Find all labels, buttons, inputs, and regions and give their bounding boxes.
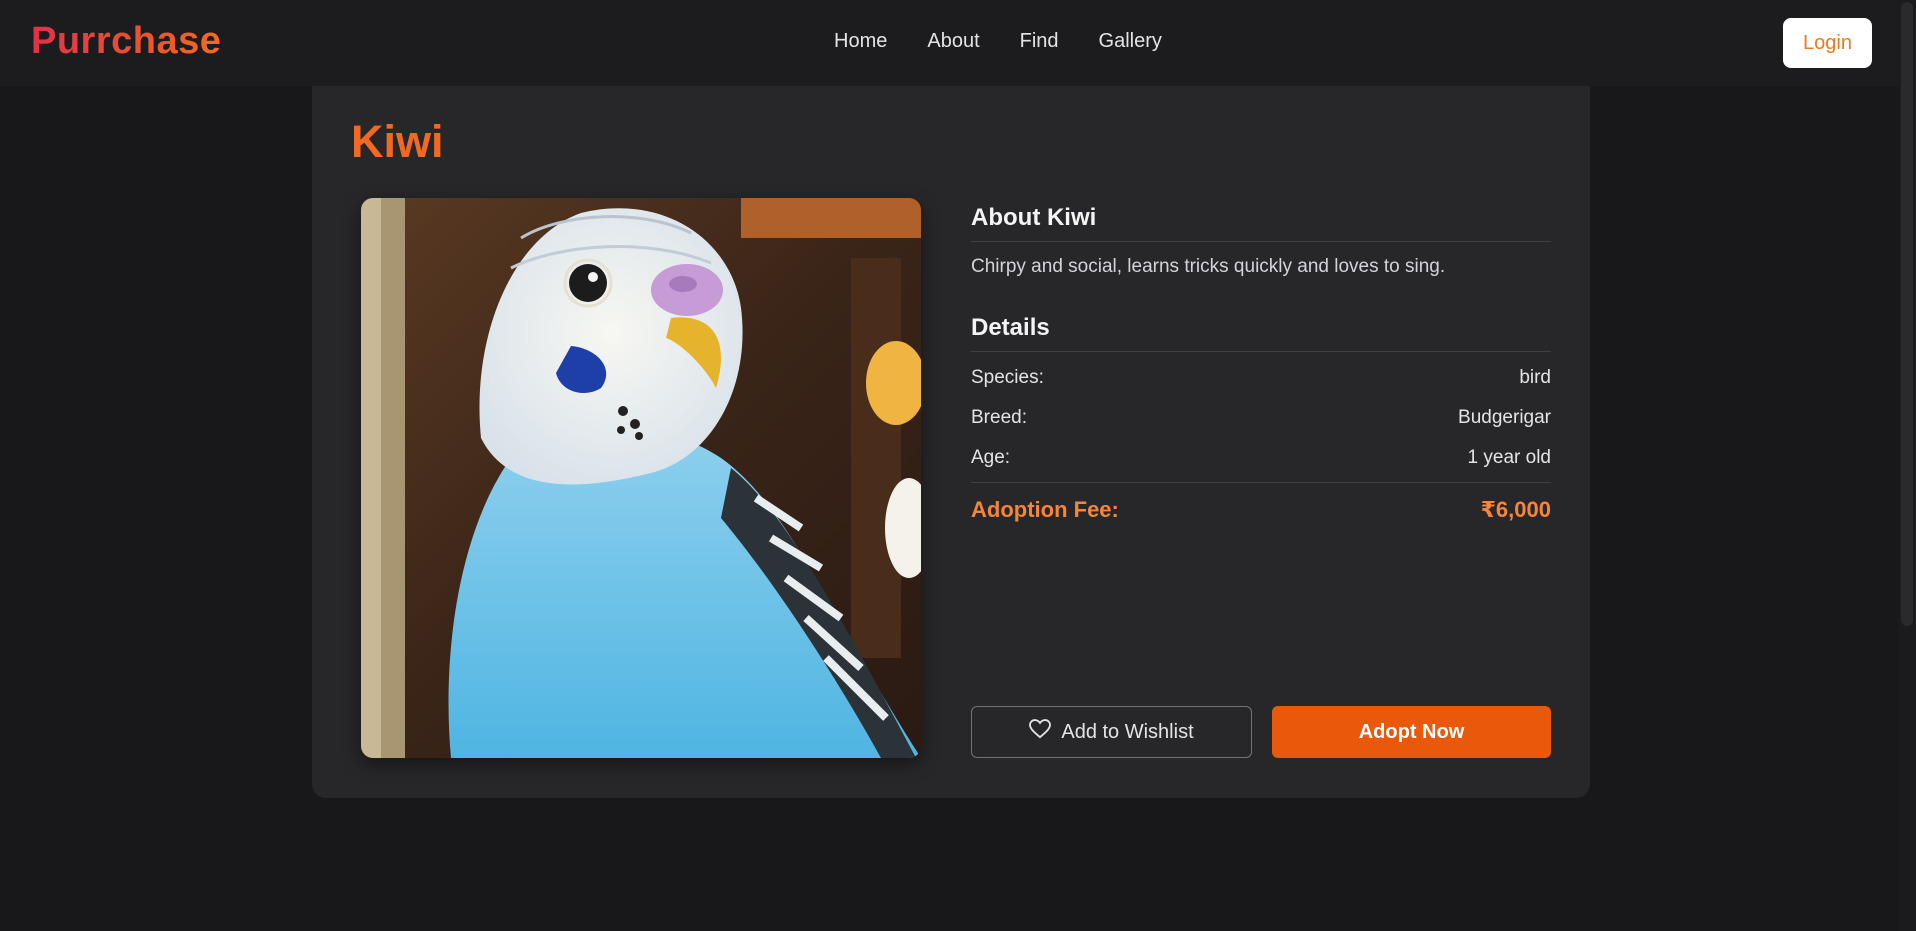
login-button[interactable]: Login: [1783, 18, 1872, 68]
adoption-fee-label: Adoption Fee:: [971, 497, 1119, 522]
about-heading: About Kiwi: [971, 198, 1551, 242]
detail-row-age: Age: 1 year old: [971, 438, 1551, 478]
detail-row-species: Species: bird: [971, 358, 1551, 398]
add-to-wishlist-button[interactable]: Add to Wishlist: [971, 706, 1252, 758]
nav-link-gallery[interactable]: Gallery: [1099, 30, 1162, 53]
pet-photo: [361, 198, 921, 758]
heart-icon: [1029, 719, 1052, 745]
navbar: Purrchase Home About Find Gallery Login: [0, 0, 1898, 86]
pet-detail-card: Kiwi About Kiwi Chirpy and social, learn…: [312, 86, 1590, 798]
pet-description: Chirpy and social, learns tricks quickly…: [971, 256, 1446, 277]
action-buttons: Add to Wishlist Adopt Now: [971, 706, 1551, 758]
adoption-fee-row: Adoption Fee: ₹6,000: [971, 497, 1551, 523]
details-list: Species: bird Breed: Budgerigar Age: 1 y…: [971, 358, 1551, 483]
detail-value: 1 year old: [1467, 447, 1551, 468]
detail-row-breed: Breed: Budgerigar: [971, 398, 1551, 438]
pet-name-heading: Kiwi: [351, 116, 444, 167]
budgerigar-photo-illustration: [361, 198, 921, 758]
detail-value: bird: [1519, 367, 1551, 388]
brand-logo[interactable]: Purrchase: [31, 20, 221, 63]
adoption-fee-value: ₹6,000: [1480, 497, 1551, 522]
details-heading: Details: [971, 308, 1551, 352]
adopt-now-button[interactable]: Adopt Now: [1272, 706, 1551, 758]
nav-link-about[interactable]: About: [927, 30, 979, 53]
main-nav: Home About Find Gallery: [834, 30, 1162, 53]
detail-label: Breed:: [971, 407, 1027, 428]
scrollbar-thumb[interactable]: [1901, 2, 1913, 626]
detail-label: Age:: [971, 447, 1011, 468]
nav-link-home[interactable]: Home: [834, 30, 887, 53]
page-scrollbar[interactable]: [1898, 0, 1916, 931]
nav-link-find[interactable]: Find: [1020, 30, 1059, 53]
pet-info-panel: About Kiwi Chirpy and social, learns tri…: [971, 198, 1551, 523]
detail-value: Budgerigar: [1458, 407, 1551, 428]
detail-label: Species:: [971, 367, 1044, 388]
wishlist-label: Add to Wishlist: [1061, 720, 1194, 743]
